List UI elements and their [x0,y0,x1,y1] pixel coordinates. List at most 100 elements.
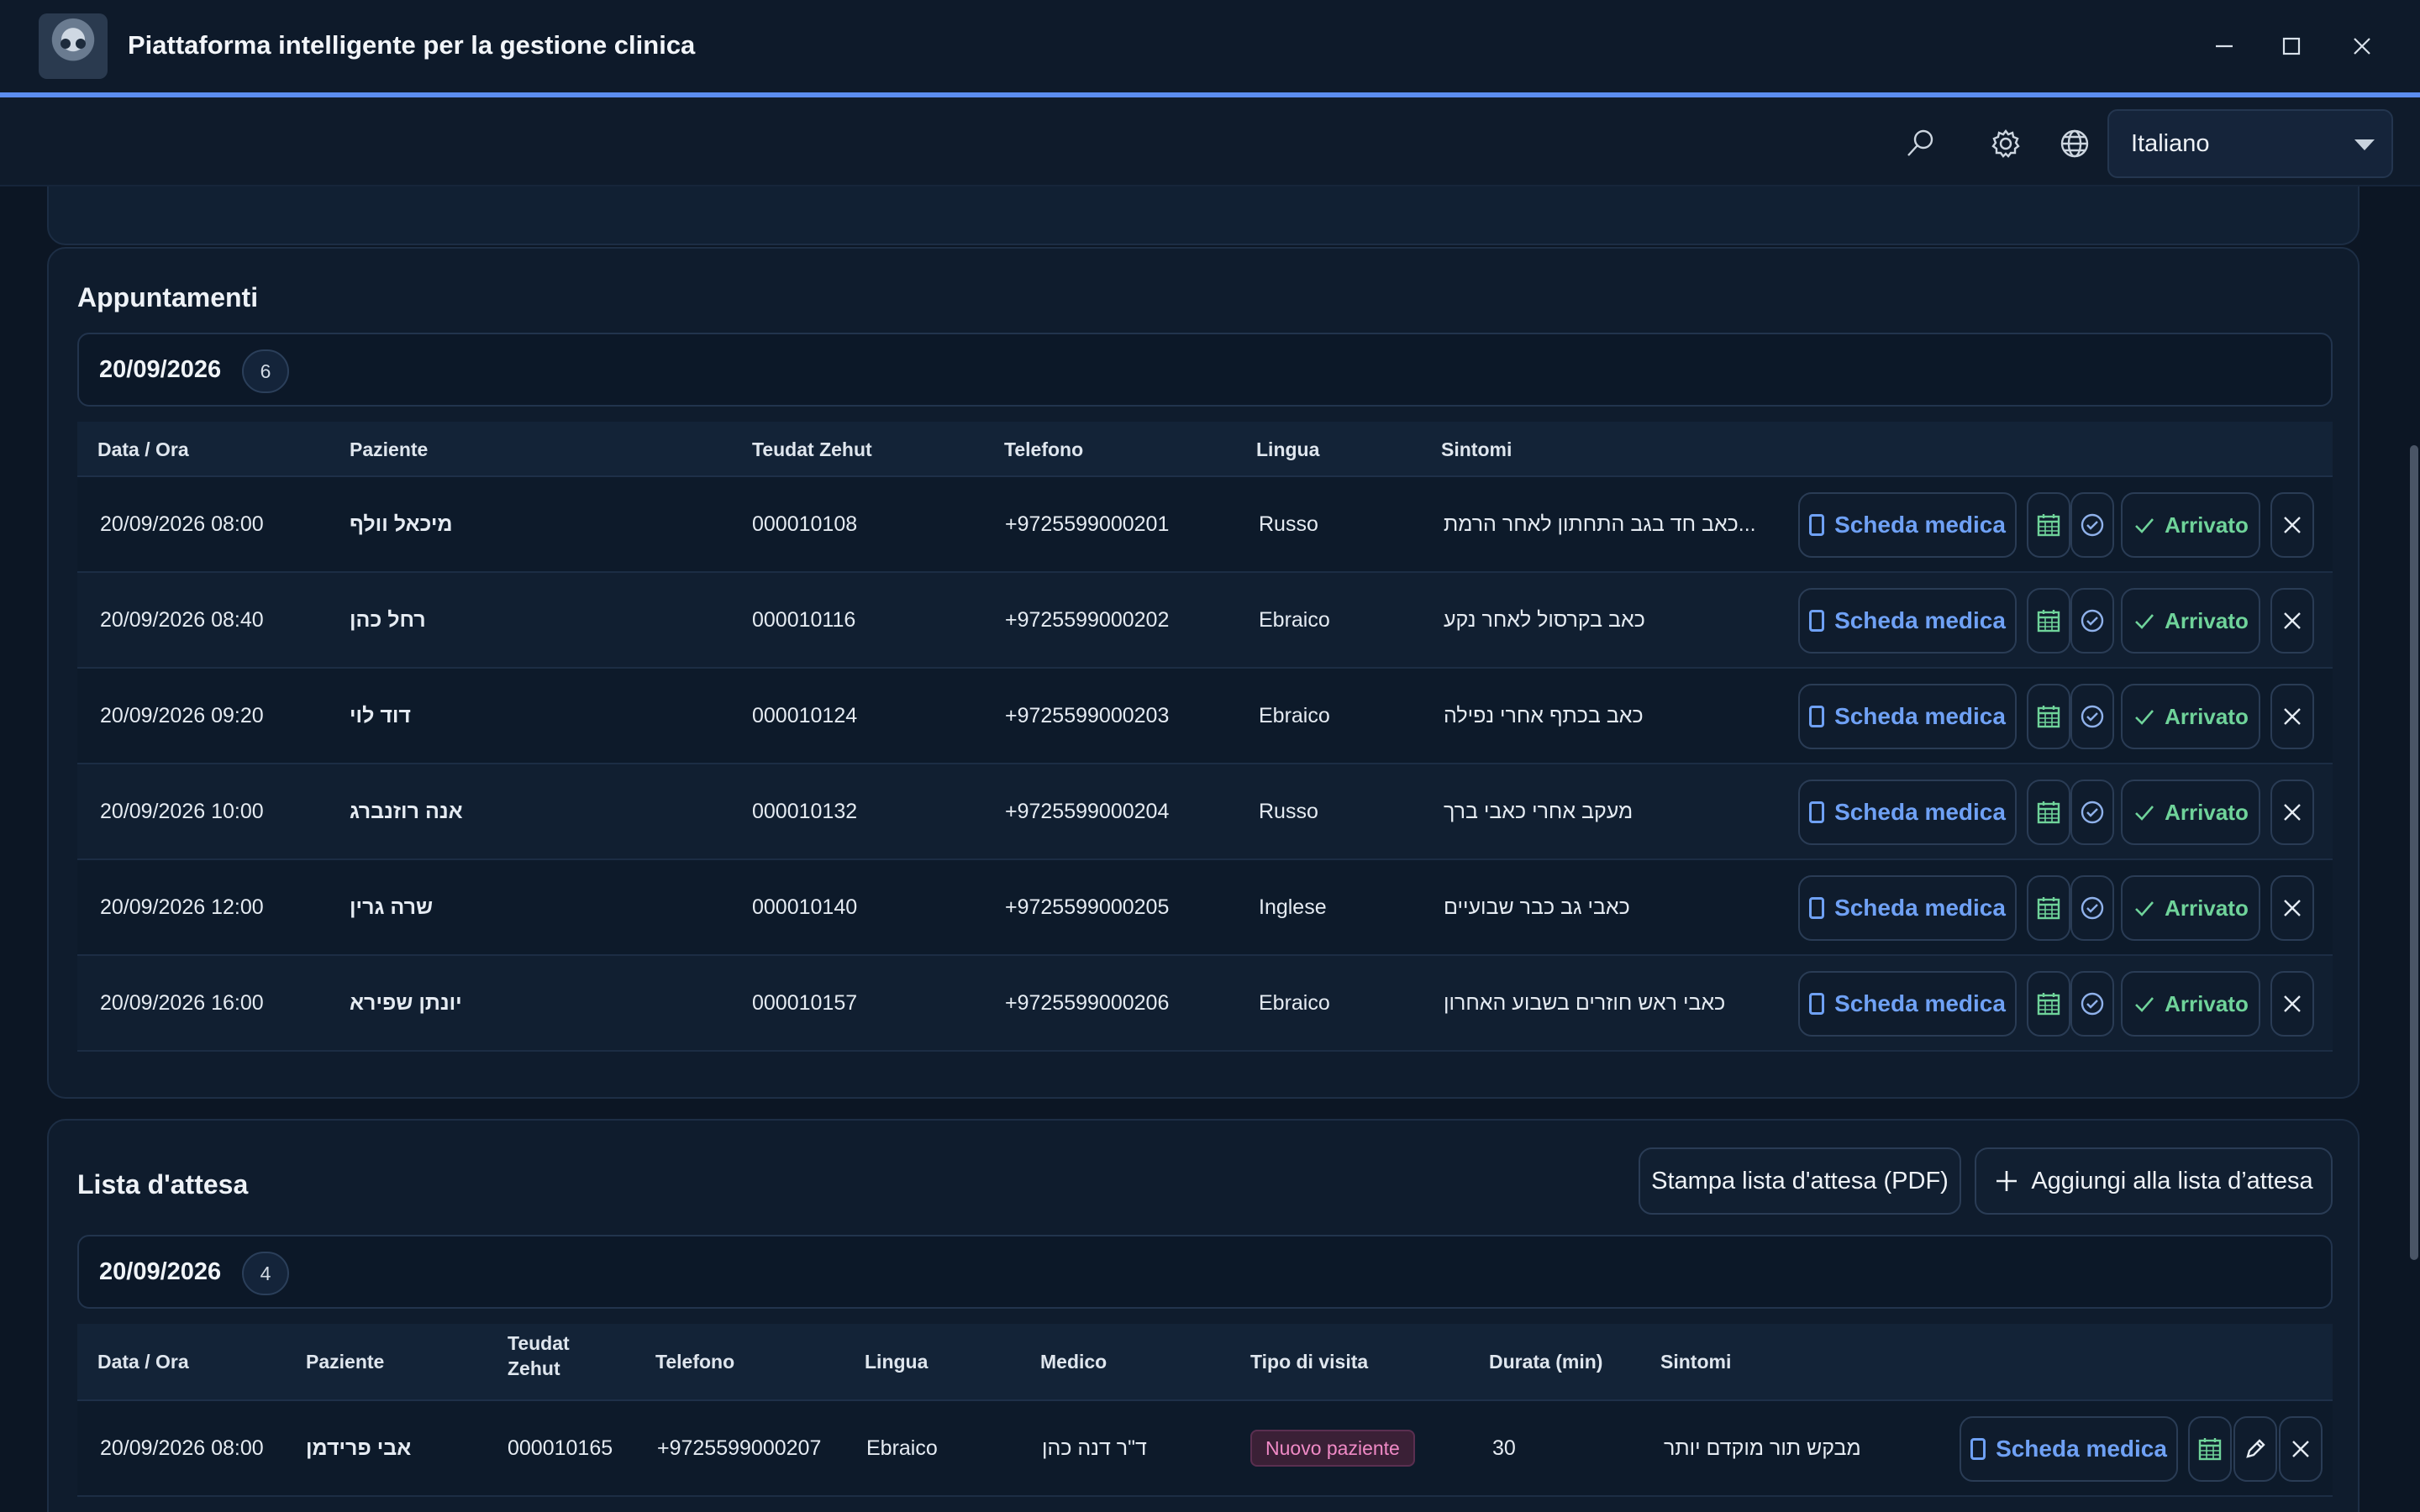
medical-record-label: Scheda medica [1834,703,2006,729]
cancel-appointment-button[interactable] [2270,588,2314,654]
calendar-icon [2198,1438,2222,1461]
minimize-button[interactable] [2203,25,2245,67]
close-icon [2284,900,2301,916]
check-circle-icon [2081,609,2104,633]
arrived-button[interactable]: Arrivato [2121,492,2260,558]
col-patient: Paziente [350,438,429,460]
confirm-button[interactable] [2070,875,2114,941]
row-language: Ebraico [866,1436,938,1460]
col-phone: Telefono [1004,438,1084,460]
row-phone: +9725599000202 [1005,608,1170,632]
document-icon [1809,514,1825,536]
row-datetime: 20/09/2026 09:20 [100,704,264,727]
cancel-appointment-button[interactable] [2270,780,2314,845]
edit-button[interactable] [2233,1416,2277,1482]
search-icon[interactable] [1899,123,1941,165]
arrived-label: Arrivato [2165,895,2249,921]
arrived-button[interactable]: Arrivato [2121,971,2260,1037]
row-phone: +9725599000206 [1005,991,1170,1015]
confirm-button[interactable] [2070,492,2114,558]
row-symptoms: מבקש תור מוקדם יותר [1664,1436,1861,1460]
col-symptoms: Sintomi [1441,438,1512,460]
cancel-appointment-button[interactable] [2270,971,2314,1037]
medical-record-button[interactable]: Scheda medica [1798,588,2017,654]
row-id: 000010140 [752,895,858,919]
row-patient: דוד לוי [350,704,411,727]
close-window-button[interactable] [2341,25,2383,67]
row-patient: רחל כהן [350,608,426,632]
checkmark-icon [2135,901,2154,916]
globe-icon[interactable] [2054,123,2096,165]
calendar-icon [2037,897,2060,920]
row-patient: מיכאל וולף [350,512,453,536]
medical-record-button[interactable]: Scheda medica [1798,875,2017,941]
row-language: Ebraico [1259,991,1330,1015]
medical-record-label: Scheda medica [1996,1436,2167,1462]
waitlist-table-header: Data / Ora Paziente Teudat Zehut Telefon… [77,1324,2333,1401]
confirm-button[interactable] [2070,684,2114,749]
check-circle-icon [2081,705,2104,728]
table-row: 20/09/2026 16:00 יונתן שפירא 000010157 +972… [77,956,2333,1052]
col-datetime: Data / Ora [97,438,189,460]
schedule-button[interactable] [2027,588,2070,654]
confirm-button[interactable] [2070,588,2114,654]
checkmark-icon [2135,806,2154,821]
remove-button[interactable] [2279,1416,2323,1482]
checkmark-icon [2135,710,2154,725]
appointments-date: 20/09/2026 [99,356,222,383]
table-row: 20/09/2026 10:00 אנה רוזנברג 000010132 +972… [77,764,2333,860]
scrollbar-thumb[interactable] [2410,445,2418,1260]
add-to-waitlist-button[interactable]: Aggiungi alla lista d’attesa [1975,1147,2333,1215]
arrived-button[interactable]: Arrivato [2121,684,2260,749]
row-duration: 30 [1492,1436,1516,1460]
schedule-button[interactable] [2027,875,2070,941]
row-id: 000010165 [508,1436,613,1460]
cancel-appointment-button[interactable] [2270,684,2314,749]
schedule-button[interactable] [2027,684,2070,749]
arrived-button[interactable]: Arrivato [2121,588,2260,654]
row-phone: +9725599000201 [1005,512,1170,536]
plus-icon [1996,1171,2018,1191]
print-waitlist-button[interactable]: Stampa lista d'attesa (PDF) [1639,1147,1961,1215]
schedule-button[interactable] [2027,780,2070,845]
medical-record-button[interactable]: Scheda medica [1960,1416,2178,1482]
row-id: 000010124 [752,704,858,727]
confirm-button[interactable] [2070,780,2114,845]
schedule-button[interactable] [2027,971,2070,1037]
row-language: Russo [1259,800,1318,823]
arrived-button[interactable]: Arrivato [2121,780,2260,845]
cancel-appointment-button[interactable] [2270,875,2314,941]
visit-type-badge: Nuovo paziente [1250,1430,1415,1467]
appointments-table-header: Data / Ora Paziente Teudat Zehut Telefon… [77,422,2333,477]
arrived-label: Arrivato [2165,512,2249,538]
medical-record-button[interactable]: Scheda medica [1798,780,2017,845]
col-duration: Durata (min) [1489,1351,1603,1373]
table-row: 20/09/2026 09:20 דוד לוי 000010124 +9725599… [77,669,2333,764]
row-datetime: 20/09/2026 16:00 [100,991,264,1015]
col-id: Teudat Zehut [752,438,872,460]
row-patient: שרה גרין [350,895,434,919]
confirm-button[interactable] [2070,971,2114,1037]
close-icon [2284,612,2301,629]
language-select[interactable]: Italiano [2107,109,2393,178]
gear-icon[interactable] [1985,123,2027,165]
maximize-button[interactable] [2270,25,2312,67]
calendar-icon [2037,801,2060,824]
col-language: Lingua [865,1351,929,1373]
cancel-appointment-button[interactable] [2270,492,2314,558]
calendar-icon [2037,610,2060,633]
document-icon [1970,1438,1986,1460]
medical-record-button[interactable]: Scheda medica [1798,492,2017,558]
schedule-button[interactable] [2027,492,2070,558]
arrived-label: Arrivato [2165,799,2249,825]
close-icon [2284,708,2301,725]
close-icon [2284,995,2301,1012]
schedule-button[interactable] [2188,1416,2232,1482]
col-visit-type: Tipo di visita [1250,1351,1369,1373]
row-symptoms: כאבי ראש חוזרים בשבוע האחרון [1444,991,1726,1015]
arrived-button[interactable]: Arrivato [2121,875,2260,941]
medical-record-button[interactable]: Scheda medica [1798,684,2017,749]
title-bar: Piattaforma intelligente per la gestione… [0,0,2420,94]
document-icon [1809,801,1825,823]
medical-record-button[interactable]: Scheda medica [1798,971,2017,1037]
